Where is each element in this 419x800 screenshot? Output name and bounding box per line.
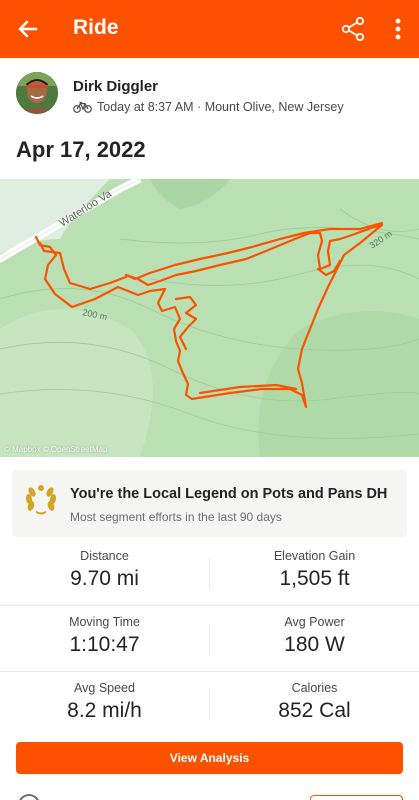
stat-avg-power: Avg Power 180 W <box>210 606 419 657</box>
stat-label: Moving Time <box>69 615 140 629</box>
stat-moving-time: Moving Time 1:10:47 <box>0 606 209 657</box>
stat-value: 9.70 mi <box>70 567 139 590</box>
stat-label: Avg Power <box>284 615 345 629</box>
stat-avg-speed: Avg Speed 8.2 mi/h <box>0 672 209 723</box>
stats-row: Avg Speed 8.2 mi/h Calories 852 Cal <box>0 672 419 738</box>
kudos-icon[interactable] <box>18 794 40 800</box>
stat-value: 1:10:47 <box>69 633 140 656</box>
athlete-header: Dirk Diggler Today at 8:37 AM · Mount Ol… <box>0 58 419 128</box>
stat-value: 1,505 ft <box>279 567 350 590</box>
stat-label: Distance <box>80 549 129 563</box>
arrow-left-icon[interactable] <box>14 15 42 43</box>
stat-label: Elevation Gain <box>273 549 356 563</box>
stats-row: Moving Time 1:10:47 Avg Power 180 W <box>0 606 419 672</box>
share-icon[interactable] <box>340 16 366 42</box>
local-legend-card[interactable]: You're the Local Legend on Pots and Pans… <box>12 470 407 537</box>
stat-elevation-gain: Elevation Gain 1,505 ft <box>210 540 419 591</box>
stat-value: 180 W <box>284 633 345 656</box>
bottom-action-button[interactable] <box>310 795 403 800</box>
bike-icon <box>73 101 92 113</box>
map-canvas: Waterloo Va 200 m 320 m <box>0 179 419 457</box>
legend-subtitle: Most segment efforts in the last 90 days <box>70 510 282 524</box>
view-analysis-button[interactable]: View Analysis <box>16 742 403 774</box>
stats-row: Distance 9.70 mi Elevation Gain 1,505 ft <box>0 540 419 606</box>
stat-value: 8.2 mi/h <box>67 699 142 722</box>
stat-calories: Calories 852 Cal <box>210 672 419 723</box>
stat-value: 852 Cal <box>278 699 351 722</box>
stat-distance: Distance 9.70 mi <box>0 540 209 591</box>
laurel-icon <box>25 485 57 515</box>
legend-title: You're the Local Legend on Pots and Pans… <box>70 486 388 502</box>
route-map[interactable]: Waterloo Va 200 m 320 m © Mapbox © OpenS… <box>0 179 419 457</box>
activity-meta: Today at 8:37 AM · Mount Olive, New Jers… <box>73 100 344 114</box>
page-title: Ride <box>73 16 119 39</box>
more-vertical-icon[interactable] <box>388 16 408 42</box>
stat-label: Calories <box>291 681 338 695</box>
stat-label: Avg Speed <box>74 681 135 695</box>
app-bar: Ride <box>0 0 419 58</box>
stats-grid: Distance 9.70 mi Elevation Gain 1,505 ft… <box>0 540 419 738</box>
activity-date: Apr 17, 2022 <box>16 137 146 162</box>
map-attribution[interactable]: © Mapbox © OpenStreetMap <box>4 445 107 454</box>
activity-meta-text: Today at 8:37 AM · Mount Olive, New Jers… <box>97 100 344 114</box>
athlete-name[interactable]: Dirk Diggler <box>73 78 158 95</box>
avatar[interactable] <box>16 72 58 114</box>
